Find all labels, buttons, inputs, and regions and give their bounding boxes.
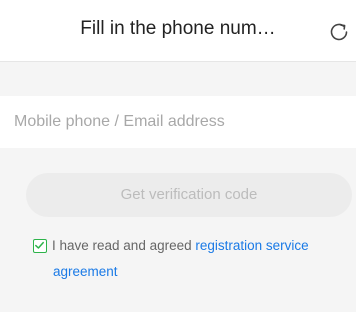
- agreement-row: I have read and agreed registration serv…: [33, 233, 345, 285]
- agreement-checkbox[interactable]: [33, 239, 47, 253]
- refresh-button[interactable]: [322, 16, 356, 48]
- refresh-icon: [330, 23, 348, 41]
- account-input[interactable]: [0, 96, 356, 148]
- checkmark-icon: [35, 241, 44, 249]
- registration-agreement-link-line2[interactable]: agreement: [53, 259, 345, 285]
- page-title: Fill in the phone num…: [80, 18, 276, 39]
- registration-agreement-link-line1[interactable]: registration service: [195, 238, 308, 253]
- phone-signup-page: Fill in the phone num… Get verification …: [0, 0, 356, 312]
- agreement-text: I have read and agreed: [52, 238, 192, 253]
- get-verification-code-button[interactable]: Get verification code: [26, 173, 352, 217]
- account-input-row: [0, 96, 356, 148]
- header-bar: Fill in the phone num…: [0, 0, 356, 62]
